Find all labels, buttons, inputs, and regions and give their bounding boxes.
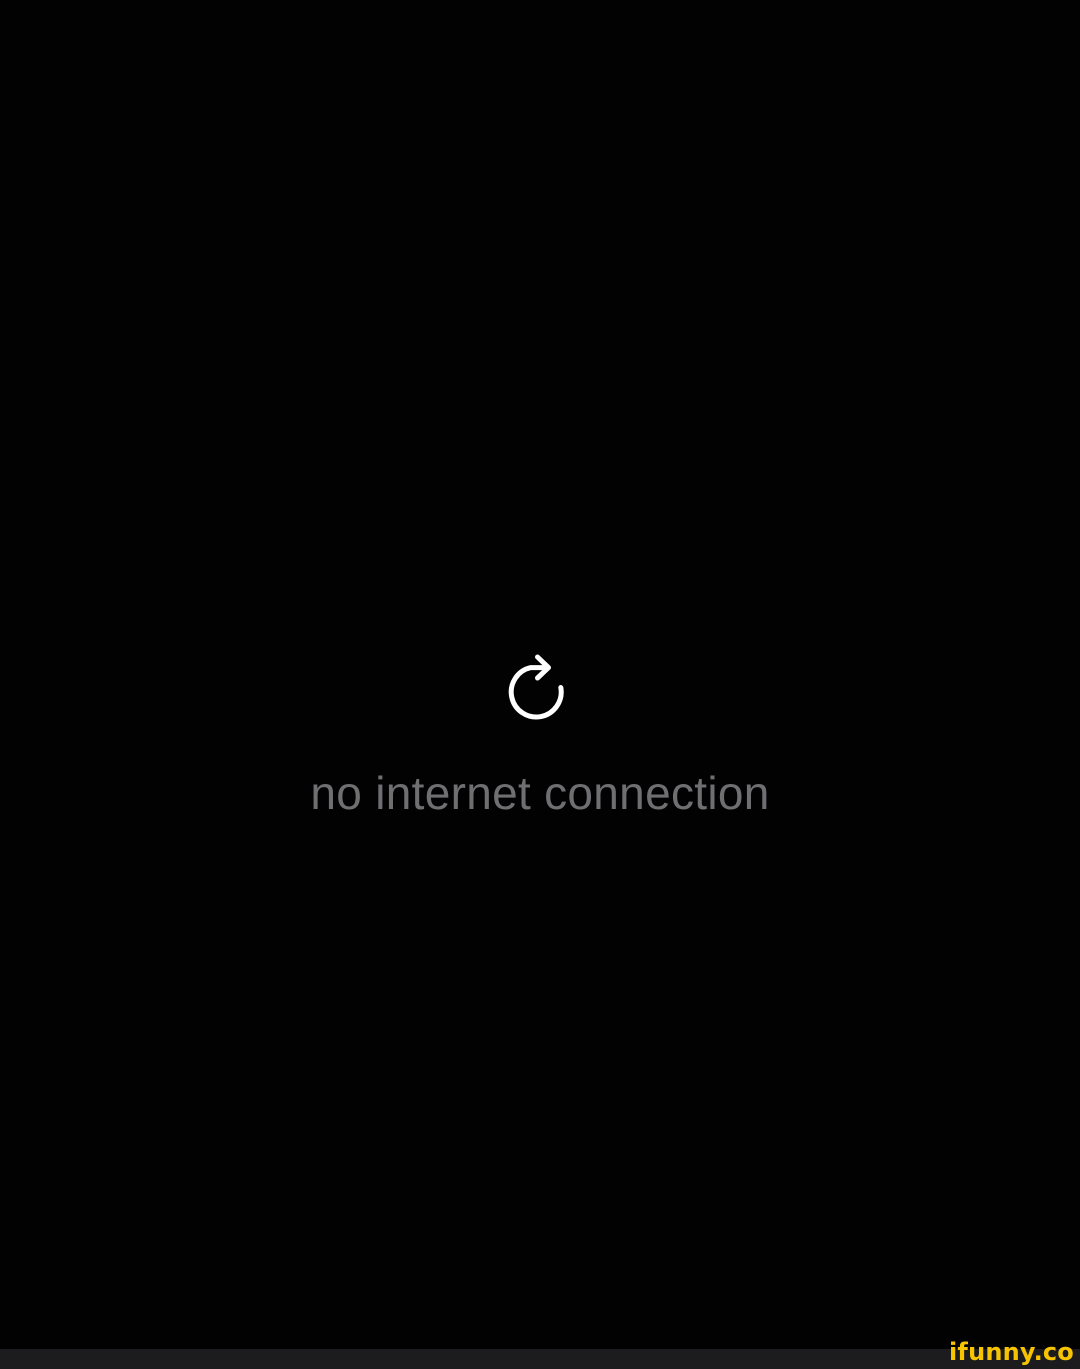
reload-icon [508, 654, 564, 720]
watermark-bar [0, 1349, 1080, 1369]
reload-button[interactable] [506, 646, 574, 720]
no-connection-message: no internet connection [310, 767, 770, 819]
no-connection-screen: no internet connection [0, 0, 1080, 1369]
watermark-logo: ifunny.co [949, 1338, 1074, 1366]
